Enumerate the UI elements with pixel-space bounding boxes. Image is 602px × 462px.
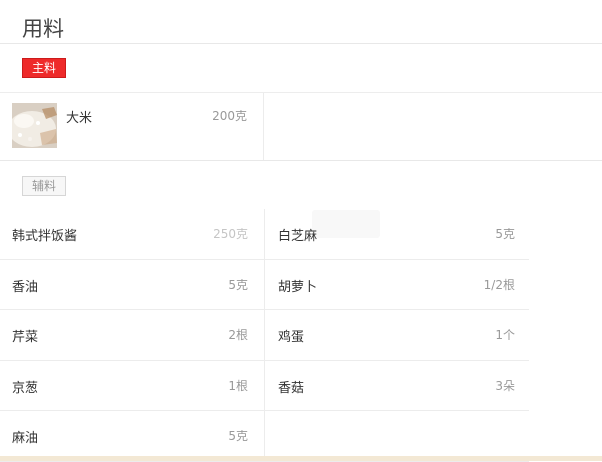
table-row: 香油 5克 胡萝卜 1/2根 bbox=[0, 259, 529, 311]
divider bbox=[0, 43, 602, 44]
ingredient-name[interactable]: 白芝麻 bbox=[278, 225, 317, 244]
ingredient-name[interactable]: 韩式拌饭酱 bbox=[12, 225, 77, 244]
sub-ingredients-grid: 韩式拌饭酱 250克 白芝麻 5克 香油 5克 胡萝卜 1/2根 芹菜 2根 鸡… bbox=[0, 209, 529, 462]
ingredient-amount: 250克 bbox=[213, 227, 248, 241]
ingredient-amount: 5克 bbox=[495, 227, 515, 241]
ingredient-name[interactable]: 香油 bbox=[12, 276, 38, 295]
ingredient-amount: 2根 bbox=[228, 328, 248, 343]
ingredient-cell[interactable]: 韩式拌饭酱 250克 bbox=[0, 209, 265, 259]
ingredient-name[interactable]: 鸡蛋 bbox=[278, 326, 304, 345]
ingredient-cell[interactable]: 白芝麻 5克 bbox=[265, 209, 529, 259]
ingredient-cell[interactable]: 胡萝卜 1/2根 bbox=[265, 260, 529, 310]
ingredient-amount: 1根 bbox=[228, 378, 248, 393]
ingredient-name[interactable]: 京葱 bbox=[12, 377, 38, 396]
ingredient-amount: 1个 bbox=[495, 328, 515, 343]
ingredient-cell[interactable]: 芹菜 2根 bbox=[0, 310, 265, 360]
ingredient-name[interactable]: 大米 bbox=[66, 107, 92, 126]
ingredient-amount: 1/2根 bbox=[483, 277, 515, 292]
table-row: 麻油 5克 bbox=[0, 411, 529, 462]
sub-ingredients-tag: 辅料 bbox=[22, 176, 66, 196]
main-ingredients-tag: 主料 bbox=[22, 58, 66, 78]
bottom-strip bbox=[0, 456, 602, 461]
ingredient-amount: 5克 bbox=[228, 277, 248, 292]
table-row: 芹菜 2根 鸡蛋 1个 bbox=[0, 310, 529, 361]
ingredient-cell[interactable]: 香油 5克 bbox=[0, 259, 265, 310]
ingredient-cell[interactable]: 香菇 3朵 bbox=[265, 361, 529, 411]
ingredient-name[interactable]: 香菇 bbox=[278, 377, 304, 396]
main-ingredient-row[interactable]: 大米 200克 bbox=[0, 93, 264, 160]
table-row: 京葱 1根 香菇 3朵 bbox=[0, 360, 529, 412]
rice-image[interactable] bbox=[12, 103, 57, 148]
ingredient-name[interactable]: 麻油 bbox=[12, 427, 38, 446]
ingredient-name[interactable]: 胡萝卜 bbox=[278, 276, 317, 295]
table-row: 韩式拌饭酱 250克 白芝麻 5克 bbox=[0, 209, 529, 260]
ingredient-cell[interactable]: 鸡蛋 1个 bbox=[265, 310, 529, 360]
ingredient-cell[interactable]: 麻油 5克 bbox=[0, 411, 265, 461]
ingredient-amount: 3朵 bbox=[495, 378, 515, 393]
divider bbox=[0, 160, 602, 161]
ingredient-amount: 5克 bbox=[228, 429, 248, 444]
page-title: 用料 bbox=[22, 17, 64, 42]
ingredient-amount: 200克 bbox=[212, 109, 247, 123]
ingredient-cell-empty bbox=[265, 411, 529, 461]
ingredient-name[interactable]: 芹菜 bbox=[12, 326, 38, 345]
ingredient-cell[interactable]: 京葱 1根 bbox=[0, 360, 265, 411]
